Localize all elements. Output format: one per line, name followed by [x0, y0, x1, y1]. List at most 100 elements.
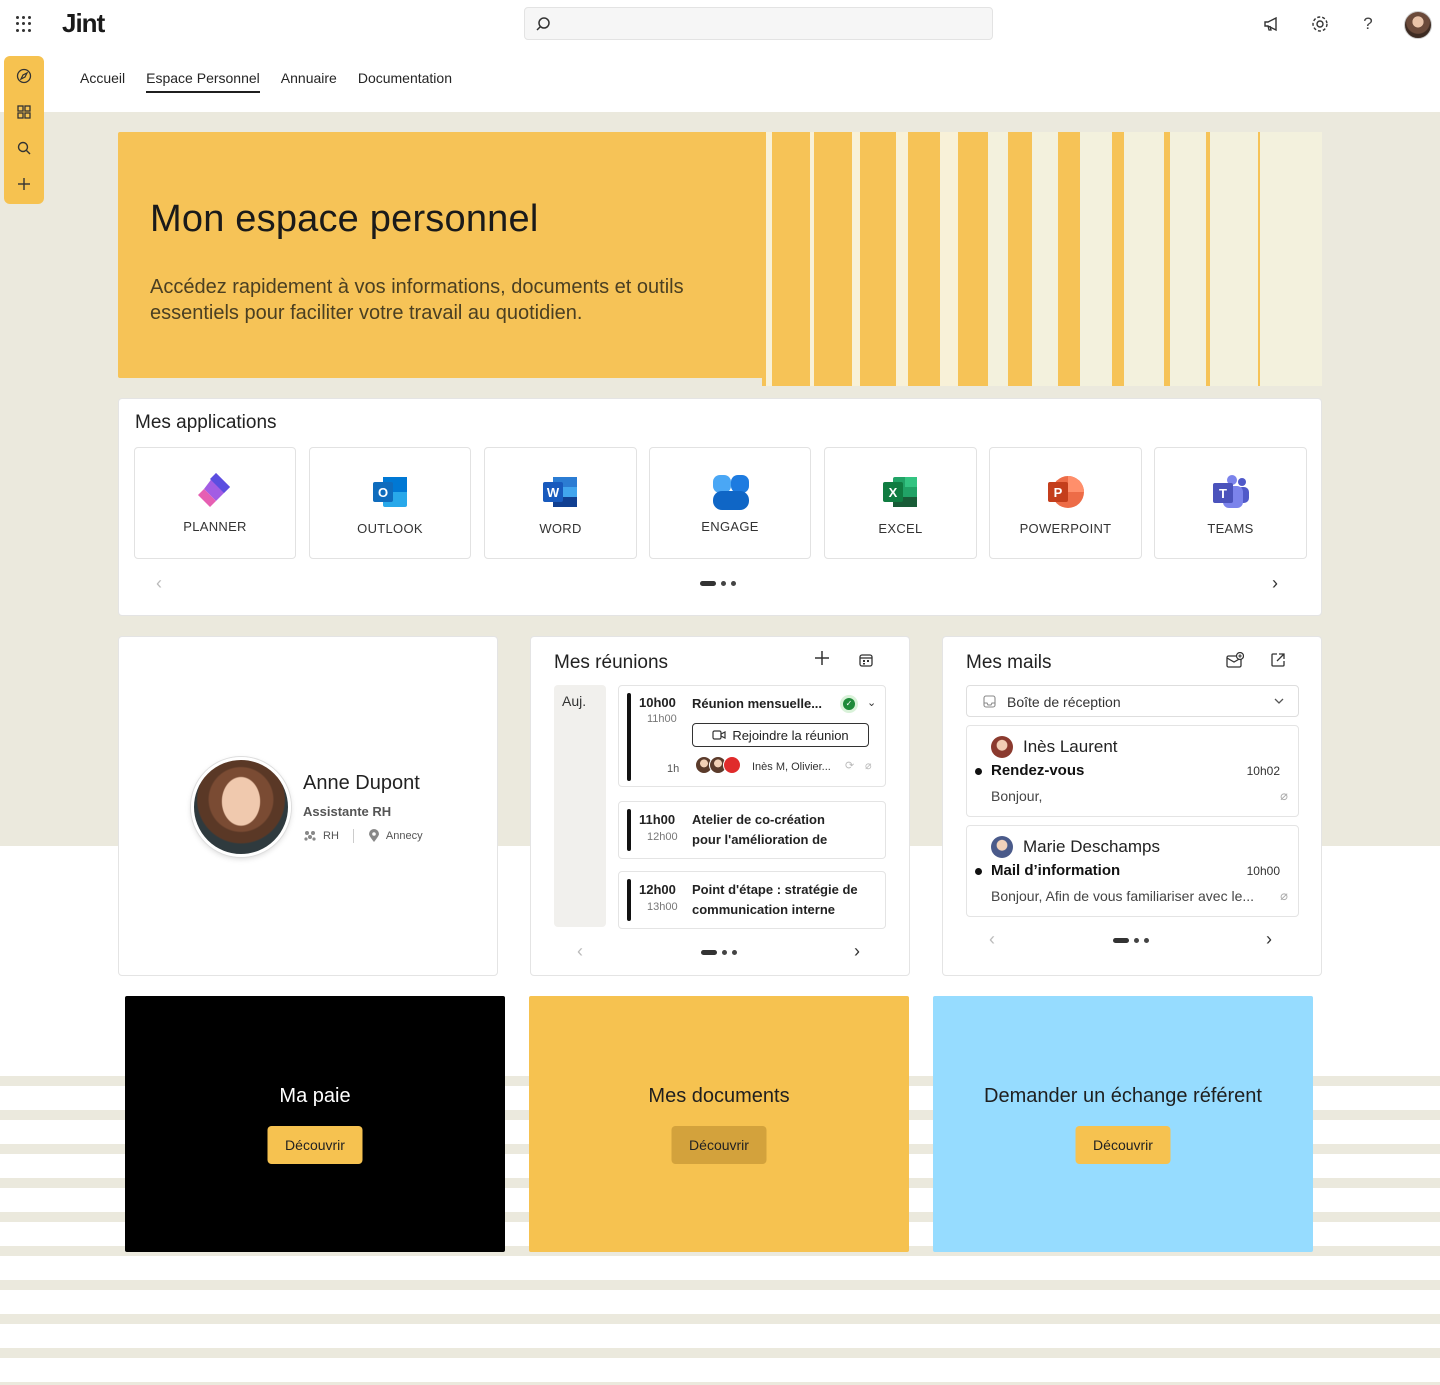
- svg-text:W: W: [547, 485, 560, 500]
- mails-card: Mes mails Boîte de réception Inès Lauren…: [942, 636, 1322, 976]
- recurring-icon: ⟳: [845, 760, 855, 772]
- tab-espace-personnel[interactable]: Espace Personnel: [146, 70, 260, 93]
- discover-button[interactable]: Découvrir: [267, 1126, 363, 1164]
- search-input[interactable]: [524, 7, 993, 40]
- open-external-icon[interactable]: [1270, 651, 1286, 674]
- mail-subject: Rendez-vous: [991, 762, 1085, 779]
- join-meeting-button[interactable]: Rejoindre la réunion: [692, 723, 869, 747]
- attachment-icon: ⌀: [865, 760, 872, 772]
- meetings-prev-arrow[interactable]: ‹: [577, 941, 583, 962]
- applications-title: Mes applications: [135, 412, 277, 433]
- meetings-title: Mes réunions: [554, 652, 669, 673]
- apps-prev-arrow[interactable]: ‹: [156, 573, 162, 594]
- user-avatar[interactable]: [1404, 11, 1432, 39]
- meeting-attendees: Inès M, Olivier...: [752, 761, 831, 773]
- left-rail: [4, 56, 44, 204]
- tab-annuaire[interactable]: Annuaire: [281, 70, 337, 93]
- mails-pagination-dots[interactable]: [1113, 938, 1149, 943]
- app-card-outlook[interactable]: O OUTLOOK: [309, 447, 471, 559]
- tile-echange-referent[interactable]: Demander un échange référent Découvrir: [933, 996, 1313, 1252]
- calendar-icon[interactable]: [858, 651, 874, 674]
- app-card-powerpoint[interactable]: P POWERPOINT: [989, 447, 1142, 559]
- meeting-time-bar: [627, 879, 631, 921]
- new-mail-icon[interactable]: [1226, 651, 1245, 674]
- app-card-word[interactable]: W WORD: [484, 447, 637, 559]
- mail-preview: Bonjour, Afin de vous familiariser avec …: [991, 888, 1255, 904]
- meeting-title-line2: communication interne: [692, 902, 836, 917]
- svg-text:X: X: [889, 485, 898, 500]
- app-card-planner[interactable]: PLANNER: [134, 447, 296, 559]
- search-icon[interactable]: [14, 138, 34, 158]
- plus-icon[interactable]: [14, 174, 34, 194]
- app-label: ENGAGE: [701, 519, 759, 534]
- app-label: EXCEL: [878, 521, 923, 536]
- apps-pagination-dots[interactable]: [700, 581, 736, 586]
- word-icon: W: [543, 477, 577, 507]
- svg-text:O: O: [378, 485, 388, 500]
- mails-prev-arrow[interactable]: ‹: [989, 929, 995, 950]
- profile-photo: [191, 757, 291, 857]
- mails-next-arrow[interactable]: ›: [1266, 929, 1272, 950]
- profile-meta: RH Annecy: [303, 829, 423, 843]
- app-card-teams[interactable]: T TEAMS: [1154, 447, 1307, 559]
- excel-icon: X: [883, 477, 917, 507]
- mail-folder-label: Boîte de réception: [1007, 694, 1121, 710]
- mail-item[interactable]: Marie Deschamps Mail d’information 10h00…: [966, 825, 1299, 917]
- meeting-title-line1: Atelier de co-création: [692, 812, 825, 827]
- tile-mes-documents[interactable]: Mes documents Découvrir: [529, 996, 909, 1252]
- meeting-item[interactable]: 10h00 11h00 Réunion mensuelle... ✓ ⌄ Rej…: [618, 685, 886, 787]
- meetings-pagination-dots[interactable]: [701, 950, 737, 955]
- sender-avatar: [991, 736, 1013, 758]
- powerpoint-icon: P: [1048, 476, 1084, 508]
- unread-dot: [975, 868, 982, 875]
- mail-folder-select[interactable]: Boîte de réception: [966, 685, 1299, 717]
- app-label: TEAMS: [1207, 521, 1254, 536]
- search-icon: [536, 17, 550, 31]
- meeting-start: 12h00: [639, 882, 676, 897]
- brand-logo[interactable]: Jint: [62, 8, 105, 39]
- chevron-down-icon[interactable]: ⌄: [867, 696, 876, 709]
- chevron-down-icon: [1274, 698, 1284, 704]
- tab-accueil[interactable]: Accueil: [80, 70, 125, 93]
- profile-card: Anne Dupont Assistante RH RH Annecy: [118, 636, 498, 976]
- app-launcher-icon[interactable]: [14, 14, 34, 34]
- app-label: POWERPOINT: [1019, 521, 1112, 536]
- tile-title: Mes documents: [648, 1085, 790, 1107]
- meeting-start: 10h00: [639, 695, 676, 710]
- mail-sender: Marie Deschamps: [1023, 837, 1160, 856]
- tile-ma-paie[interactable]: Ma paie Découvrir: [125, 996, 505, 1252]
- mail-item[interactable]: Inès Laurent Rendez-vous 10h02 Bonjour, …: [966, 725, 1299, 817]
- help-icon[interactable]: ?: [1357, 13, 1379, 35]
- tab-documentation[interactable]: Documentation: [358, 70, 452, 93]
- apps-next-arrow[interactable]: ›: [1272, 573, 1278, 594]
- meeting-start: 11h00: [639, 812, 676, 827]
- discover-button[interactable]: Découvrir: [1075, 1126, 1171, 1164]
- meeting-end: 13h00: [647, 901, 678, 913]
- discover-button[interactable]: Découvrir: [671, 1126, 767, 1164]
- planner-icon: [198, 473, 230, 507]
- top-bar: Jint ?: [0, 0, 1440, 48]
- meeting-title-line2: pour l'amélioration de: [692, 832, 828, 847]
- meeting-end: 12h00: [647, 831, 678, 843]
- profile-role: Assistante RH: [303, 804, 392, 819]
- svg-text:T: T: [1219, 486, 1227, 501]
- add-meeting-icon[interactable]: [813, 649, 831, 673]
- mail-time: 10h00: [1246, 864, 1280, 878]
- compass-icon[interactable]: [14, 66, 34, 86]
- megaphone-icon[interactable]: [1261, 13, 1283, 35]
- app-card-engage[interactable]: ENGAGE: [649, 447, 811, 559]
- video-camera-icon: [712, 730, 726, 740]
- apps-grid-icon[interactable]: [14, 102, 34, 122]
- gear-icon[interactable]: [1309, 13, 1331, 35]
- tile-title: Ma paie: [279, 1085, 351, 1107]
- meetings-card: Mes réunions Auj. 10h00 11h00 Réunion me…: [530, 636, 910, 976]
- meetings-next-arrow[interactable]: ›: [854, 941, 860, 962]
- inbox-icon: [983, 695, 996, 708]
- app-label: PLANNER: [183, 519, 247, 534]
- hero-title: Mon espace personnel: [150, 198, 539, 240]
- meeting-item[interactable]: 11h00 12h00 Atelier de co-création pour …: [618, 801, 886, 859]
- app-card-excel[interactable]: X EXCEL: [824, 447, 977, 559]
- meeting-title: Réunion mensuelle...: [692, 696, 823, 711]
- meeting-item[interactable]: 12h00 13h00 Point d'étape : stratégie de…: [618, 871, 886, 929]
- profile-department: RH: [323, 830, 339, 842]
